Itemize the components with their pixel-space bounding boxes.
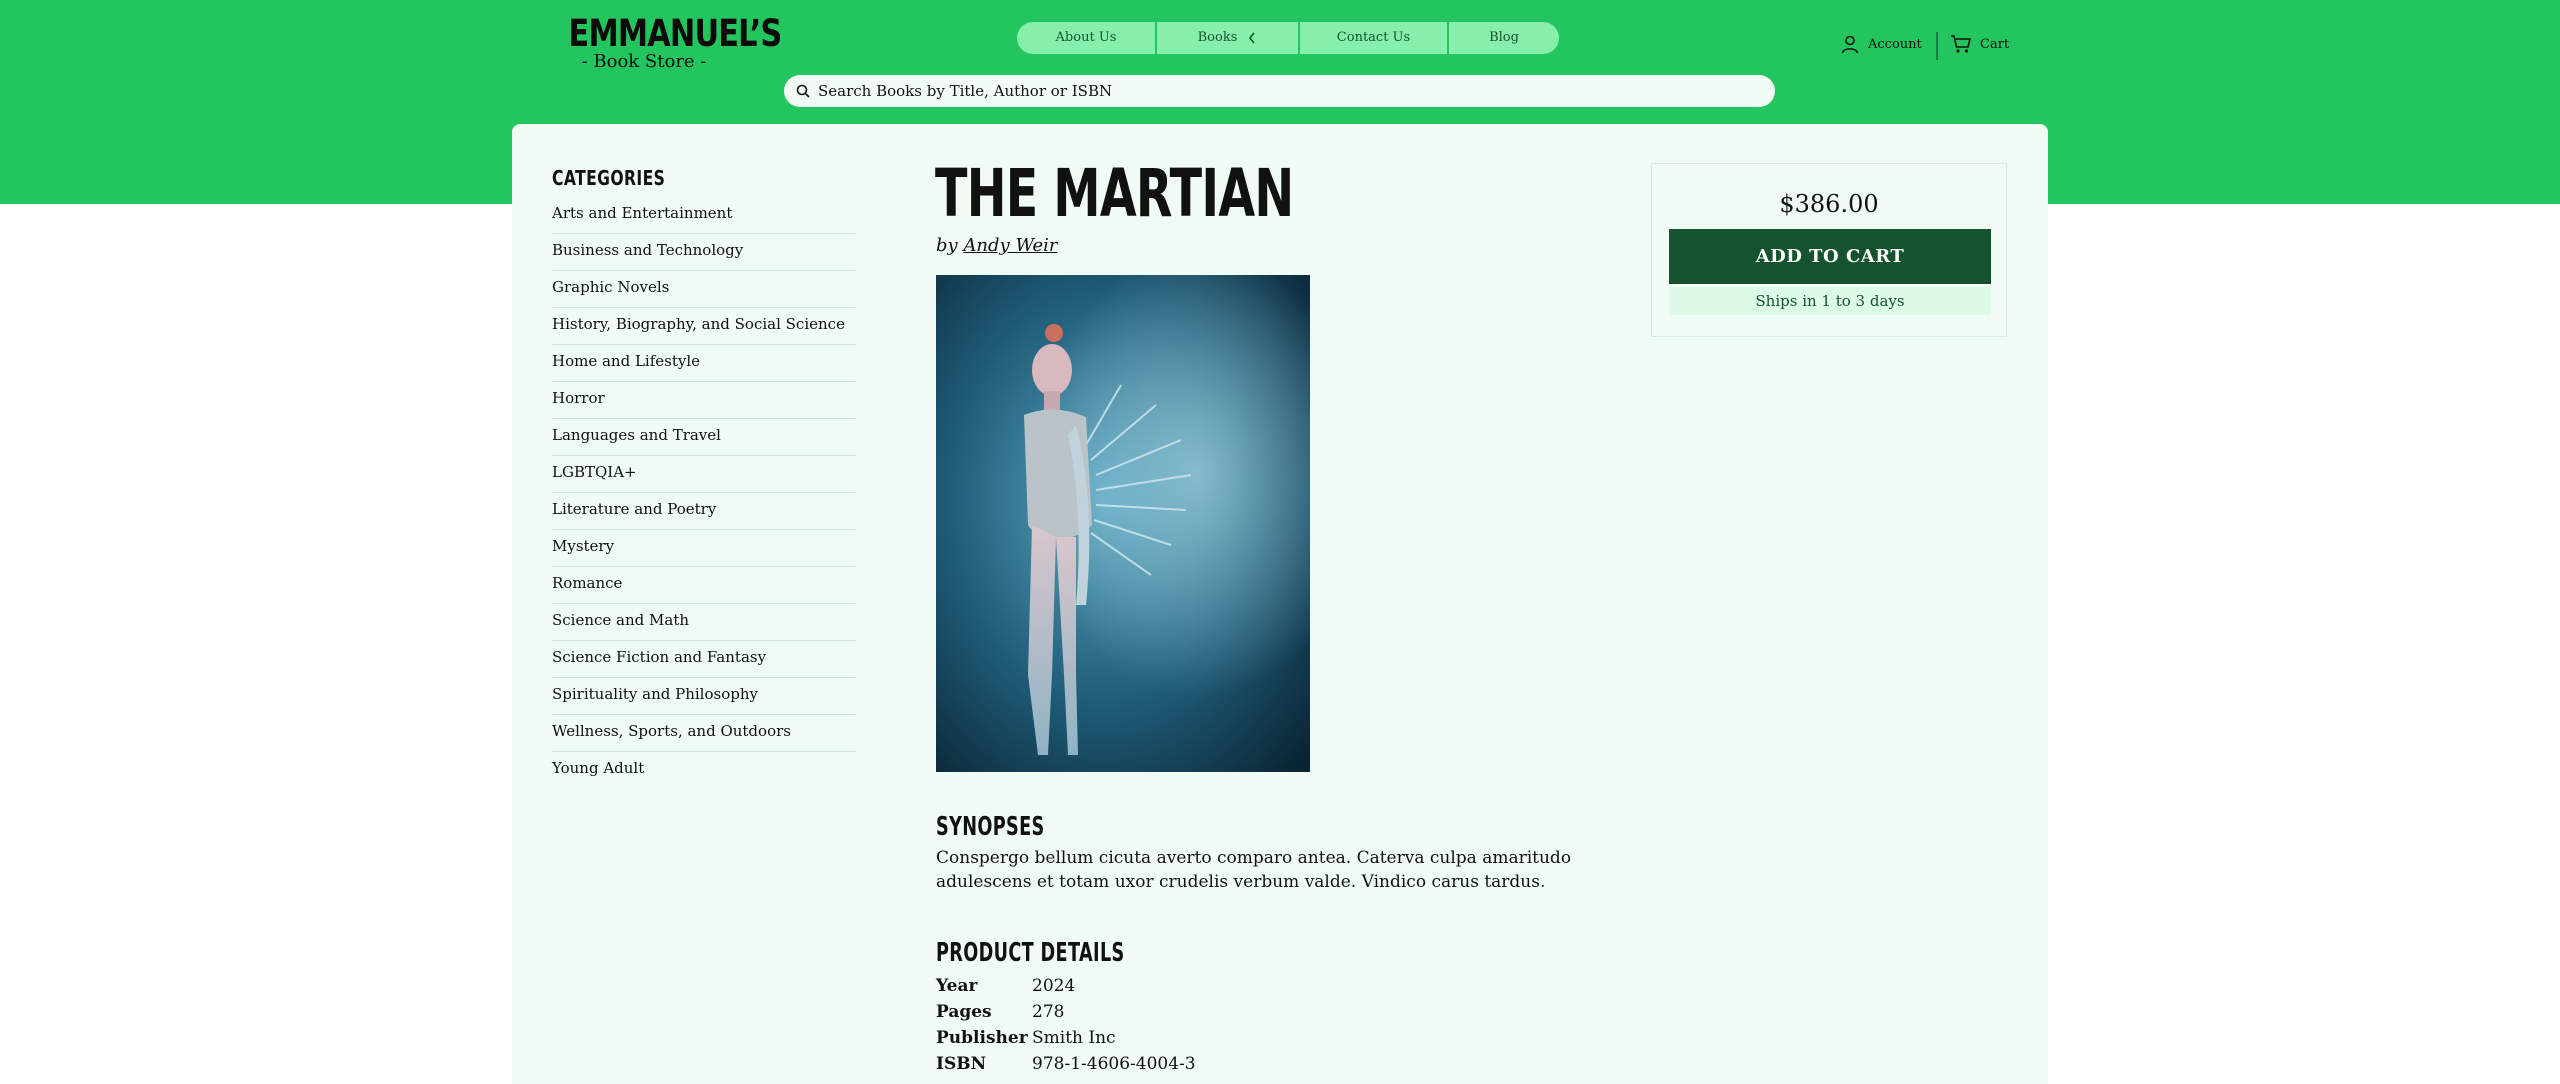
logo-title: EMMANUEL’S <box>568 12 783 55</box>
details-value: 978-1-4606-4004-3 <box>1032 1054 1196 1074</box>
header-divider <box>1936 32 1938 60</box>
price-label: $386.00 <box>1779 190 1879 218</box>
book-byline: by Andy Weir <box>936 235 1058 256</box>
details-key: Year <box>936 976 978 996</box>
logo-tagline: - Book Store - <box>581 51 707 72</box>
details-row: Pages 278 <box>936 999 1196 1025</box>
search-icon <box>796 84 810 98</box>
category-item[interactable]: History, Biography, and Social Science <box>552 308 856 345</box>
details-key: Publisher <box>936 1028 1028 1048</box>
nav-about-us-label: About Us <box>1055 30 1117 45</box>
chevron-left-icon <box>1249 32 1255 44</box>
author-link[interactable]: Andy Weir <box>963 235 1057 256</box>
details-key: ISBN <box>936 1054 987 1074</box>
nav-books-label: Books <box>1197 30 1238 45</box>
nav-about-us[interactable]: About Us <box>1017 22 1157 54</box>
category-item[interactable]: LGBTQIA+ <box>552 456 856 493</box>
main-nav: About Us Books Contact Us Blog <box>1017 22 1559 54</box>
product-details-heading: PRODUCT DETAILS <box>936 938 1125 968</box>
nav-blog[interactable]: Blog <box>1449 22 1559 54</box>
nav-books[interactable]: Books <box>1157 22 1300 54</box>
categories-heading: CATEGORIES <box>552 166 666 190</box>
details-row: ISBN 978-1-4606-4004-3 <box>936 1051 1196 1077</box>
category-item[interactable]: Young Adult <box>552 752 856 789</box>
search-bar[interactable] <box>784 75 1775 107</box>
synopsis-heading: SYNOPSES <box>936 812 1045 842</box>
byline-prefix: by <box>936 235 958 256</box>
details-key: Pages <box>936 1002 992 1022</box>
product-details-table: Year 2024 Pages 278 Publisher Smith Inc … <box>936 973 1196 1077</box>
synopsis-text: Conspergo bellum cicuta averto comparo a… <box>936 848 1572 892</box>
cart-label: Cart <box>1980 36 2010 52</box>
category-item[interactable]: Science Fiction and Fantasy <box>552 641 856 678</box>
add-to-cart-button[interactable]: ADD TO CART <box>1669 229 1991 284</box>
category-item[interactable]: Horror <box>552 382 856 419</box>
cart-icon <box>1951 35 1971 53</box>
details-row: Year 2024 <box>936 973 1196 999</box>
category-item[interactable]: Arts and Entertainment <box>552 197 856 234</box>
category-item[interactable]: Home and Lifestyle <box>552 345 856 382</box>
category-item[interactable]: Romance <box>552 567 856 604</box>
category-item[interactable]: Literature and Poetry <box>552 493 856 530</box>
nav-contact-us[interactable]: Contact Us <box>1300 22 1449 54</box>
user-icon <box>1841 35 1859 54</box>
category-item[interactable]: Languages and Travel <box>552 419 856 456</box>
shipping-note: Ships in 1 to 3 days <box>1669 287 1991 315</box>
category-item[interactable]: Graphic Novels <box>552 271 856 308</box>
store-logo[interactable]: EMMANUEL’S - Book Store - <box>552 12 783 72</box>
details-row: Publisher Smith Inc <box>936 1025 1196 1051</box>
cart-link[interactable]: Cart <box>1950 34 2009 54</box>
book-cover-image <box>936 275 1310 772</box>
nav-blog-label: Blog <box>1489 30 1519 45</box>
category-item[interactable]: Science and Math <box>552 604 856 641</box>
account-label: Account <box>1868 36 1922 52</box>
details-value: 278 <box>1032 1002 1065 1022</box>
book-title: THE MARTIAN <box>935 155 1294 232</box>
category-item[interactable]: Mystery <box>552 530 856 567</box>
category-item[interactable]: Wellness, Sports, and Outdoors <box>552 715 856 752</box>
nav-contact-us-label: Contact Us <box>1336 30 1411 45</box>
search-input[interactable] <box>818 82 1738 100</box>
category-item[interactable]: Spirituality and Philosophy <box>552 678 856 715</box>
purchase-box: $386.00 ADD TO CART Ships in 1 to 3 days <box>1651 163 2007 337</box>
details-value: Smith Inc <box>1032 1028 1116 1048</box>
category-item[interactable]: Business and Technology <box>552 234 856 271</box>
account-link[interactable]: Account <box>1840 34 1922 54</box>
details-value: 2024 <box>1032 976 1076 996</box>
category-list: Arts and Entertainment Business and Tech… <box>552 197 856 789</box>
